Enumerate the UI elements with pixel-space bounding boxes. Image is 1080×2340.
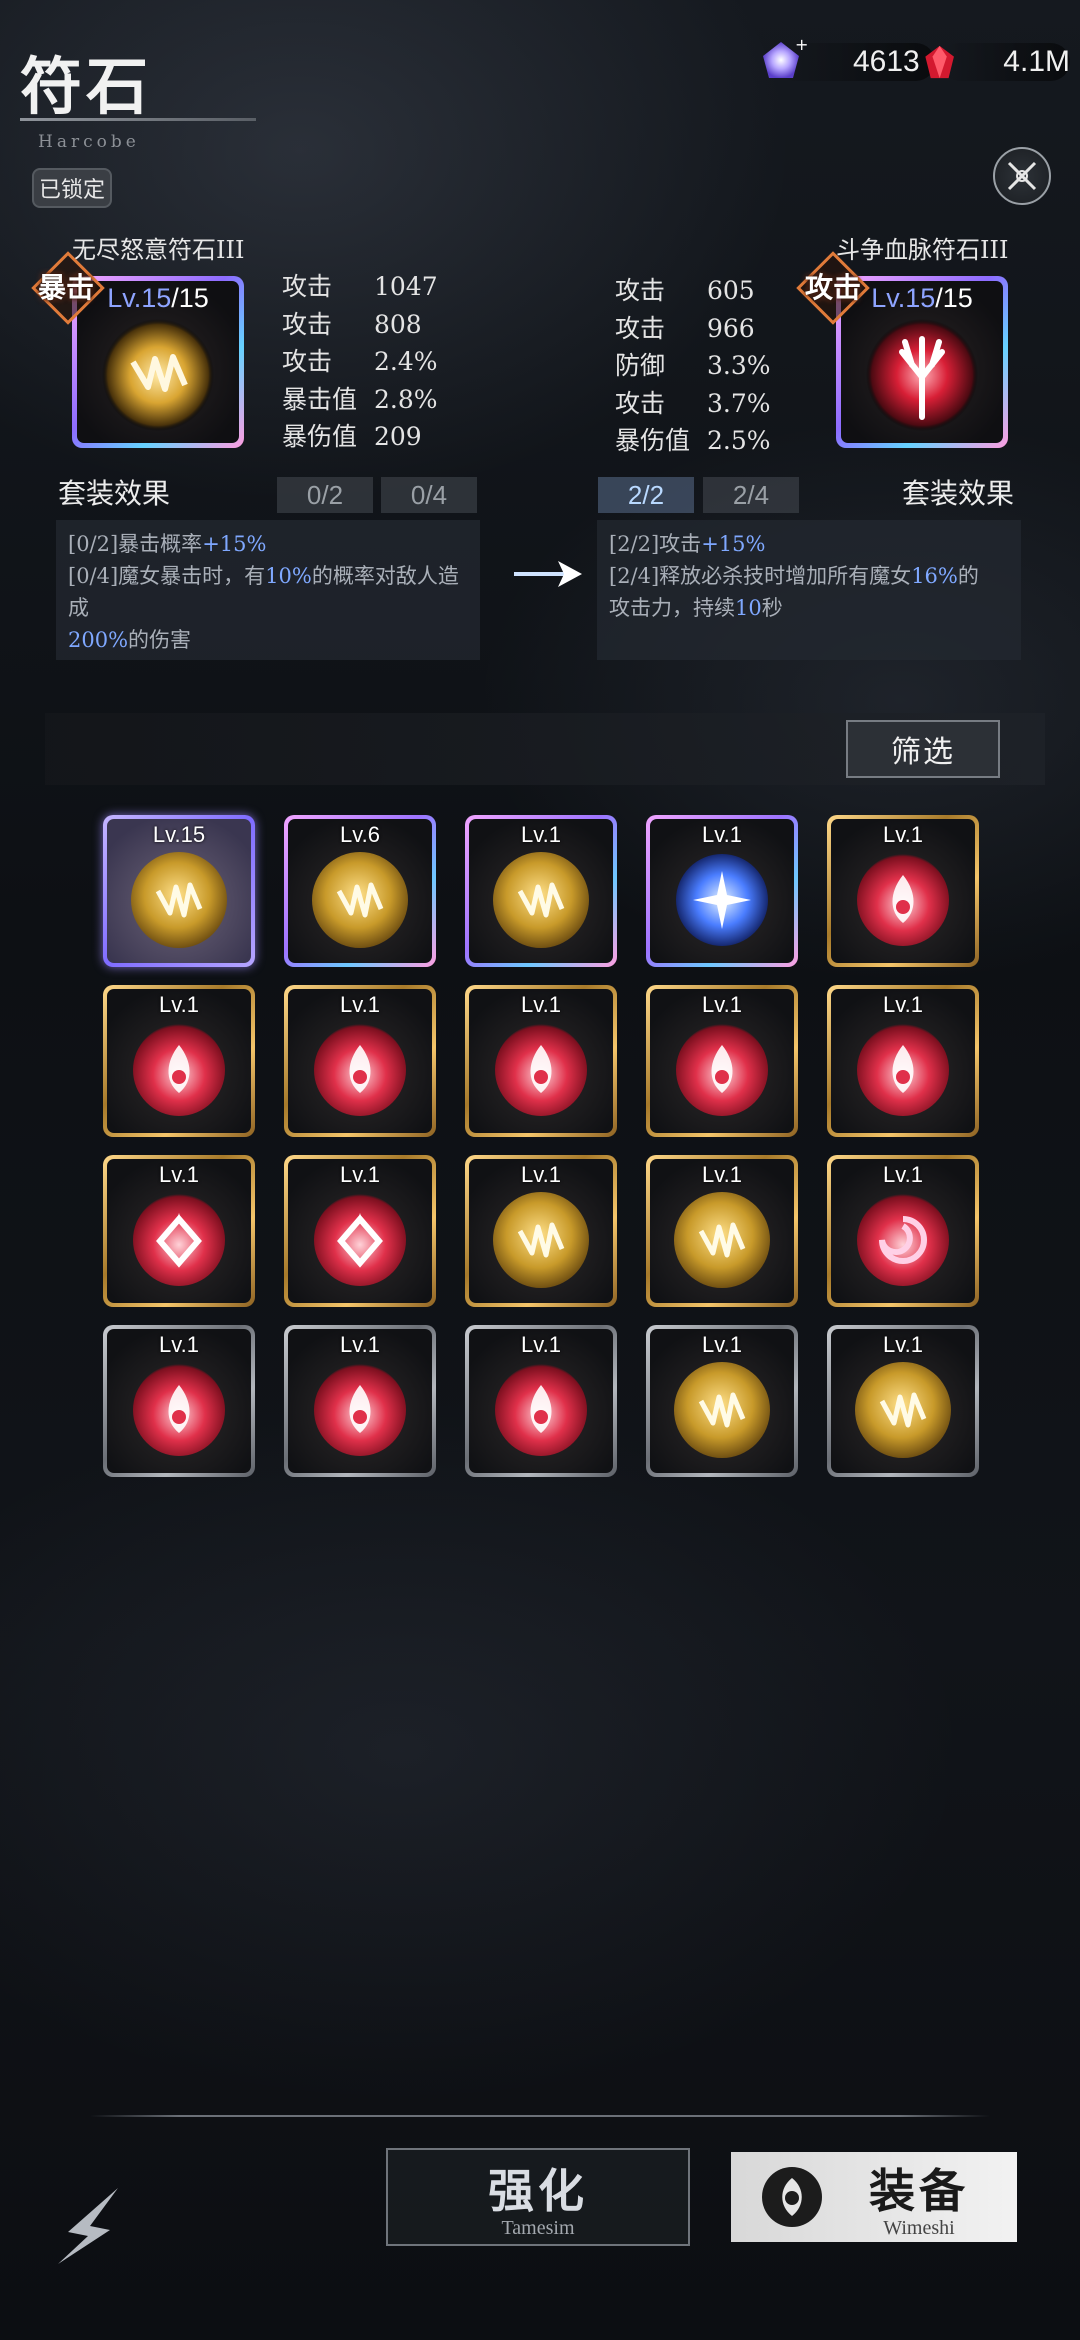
compare-set-pill-4: 2/4 [703,477,799,513]
current-set-title: 套装效果 [58,477,171,510]
page-subtitle: Harcobe [38,132,140,152]
compare-set-title: 套装效果 [902,477,1015,510]
rune-tile-level: Lv.1 [702,1332,742,1357]
compare-rune-card[interactable]: Lv.15/15 [836,276,1008,448]
rune-tile-level: Lv.1 [340,1162,380,1187]
rune-tile-level: Lv.1 [883,1332,923,1357]
currency-crystal[interactable]: + 4613 [755,36,935,84]
currency-ruby[interactable]: 4.1M [920,40,1070,84]
equip-button-sublabel: Wimeshi [883,2216,955,2239]
rune-tile[interactable]: Lv.1 [646,985,798,1137]
rune-tile-level: Lv.1 [340,1332,380,1357]
rune-tile[interactable]: Lv.1 [103,1325,255,1477]
rune-tile[interactable]: Lv.15 [103,815,255,967]
rune-tile[interactable]: Lv.1 [465,815,617,967]
fang-rune-icon [102,319,214,431]
close-icon [1007,161,1037,191]
current-rune-name: 无尽怒意符石III [72,236,245,264]
rune-tile[interactable]: Lv.1 [103,985,255,1137]
rune-tile-level: Lv.1 [883,992,923,1017]
compare-rune-name: 斗争血脉符石III [836,236,1009,264]
ruby-icon [925,45,954,79]
rune-tile[interactable]: Lv.1 [827,1325,979,1477]
current-set-effects: [0/2]暴击概率+15% [0/4]魔女暴击时，有10%的概率对敌人造成 20… [56,520,480,660]
rune-tile-level: Lv.1 [521,1162,561,1187]
rune-tile[interactable]: Lv.1 [646,1155,798,1307]
rune-tile-level: Lv.6 [340,822,380,847]
rune-tile-level: Lv.1 [521,822,561,847]
rune-tile-level: Lv.1 [340,992,380,1017]
equip-button-label: 装备 [869,2163,969,2218]
ruby-amount: 4.1M [1003,45,1070,78]
title-divider [20,118,256,121]
compare-rune-type: 攻击 [805,271,862,304]
rune-tile-level: Lv.1 [159,992,199,1017]
current-rune-stats: 攻击 1047 攻击 808 攻击 2.4% 暴击值 2.8% 暴伤值 209 [282,272,438,451]
rune-tile[interactable]: Lv.1 [284,1155,436,1307]
compare-set-pill-2: 2/2 [598,477,694,513]
equip-button[interactable]: 装备 Wimeshi [731,2152,1017,2242]
rune-tile[interactable]: Lv.1 [103,1155,255,1307]
compare-arrow-icon [514,561,582,587]
rune-inventory-grid: Lv.15 Lv.6 Lv.1 Lv.1 Lv.1 Lv.1 Lv.1 Lv.1 Lv.1 Lv.… [103,815,981,1477]
current-rune-card[interactable]: Lv.15/15 [72,276,244,448]
svg-text:+: + [795,36,807,54]
rune-tile-level: Lv.1 [883,1162,923,1187]
current-set-pill-2: 0/2 [277,477,373,513]
rune-tile[interactable]: Lv.1 [465,1325,617,1477]
bottom-divider [90,2115,990,2117]
rune-tile[interactable]: Lv.1 [284,1325,436,1477]
rune-tile[interactable]: Lv.1 [646,815,798,967]
enhance-button-sublabel: Tamesim [501,2216,575,2239]
rune-tile[interactable]: Lv.1 [827,815,979,967]
close-button[interactable] [993,147,1051,205]
rune-tile-level: Lv.15 [152,822,206,847]
compare-set-effects: [2/2]攻击+15% [2/4]释放必杀技时增加所有魔女16%的 攻击力，持续… [597,520,1021,660]
compare-rune-stats: 攻击 605 攻击 966 防御 3.3% 攻击 3.7% 暴伤值 2.5% [615,276,771,455]
enhance-button[interactable]: 强化 Tamesim [386,2148,690,2246]
rune-tile-level: Lv.1 [702,822,742,847]
current-rune-type: 暴击 [38,271,95,304]
crystal-icon: + [763,36,807,78]
filter-button[interactable]: 筛选 [846,720,1000,778]
enhance-button-label: 强化 [488,2163,588,2218]
locked-badge[interactable]: 已锁定 [32,168,112,208]
page-title: 符石 [20,50,153,123]
rune-tile-level: Lv.1 [159,1332,199,1357]
rune-tile[interactable]: Lv.1 [827,985,979,1137]
rune-tile[interactable]: Lv.1 [465,1155,617,1307]
rune-tile[interactable]: Lv.1 [827,1155,979,1307]
rune-tile[interactable]: Lv.1 [646,1325,798,1477]
rune-tile-level: Lv.1 [702,992,742,1017]
rune-tile-level: Lv.1 [159,1162,199,1187]
rune-tile-level: Lv.1 [521,1332,561,1357]
blood-tree-rune-icon [866,319,978,431]
rune-tile[interactable]: Lv.1 [284,985,436,1137]
rune-tile-level: Lv.1 [883,822,923,847]
rune-tile[interactable]: Lv.6 [284,815,436,967]
crystal-amount: 4613 [853,45,920,78]
rune-tile[interactable]: Lv.1 [465,985,617,1137]
equip-rune-icon [762,2167,822,2227]
current-set-pill-4: 0/4 [381,477,477,513]
rune-tile-level: Lv.1 [702,1162,742,1187]
rune-tile-level: Lv.1 [521,992,561,1017]
back-icon[interactable] [48,2180,128,2270]
